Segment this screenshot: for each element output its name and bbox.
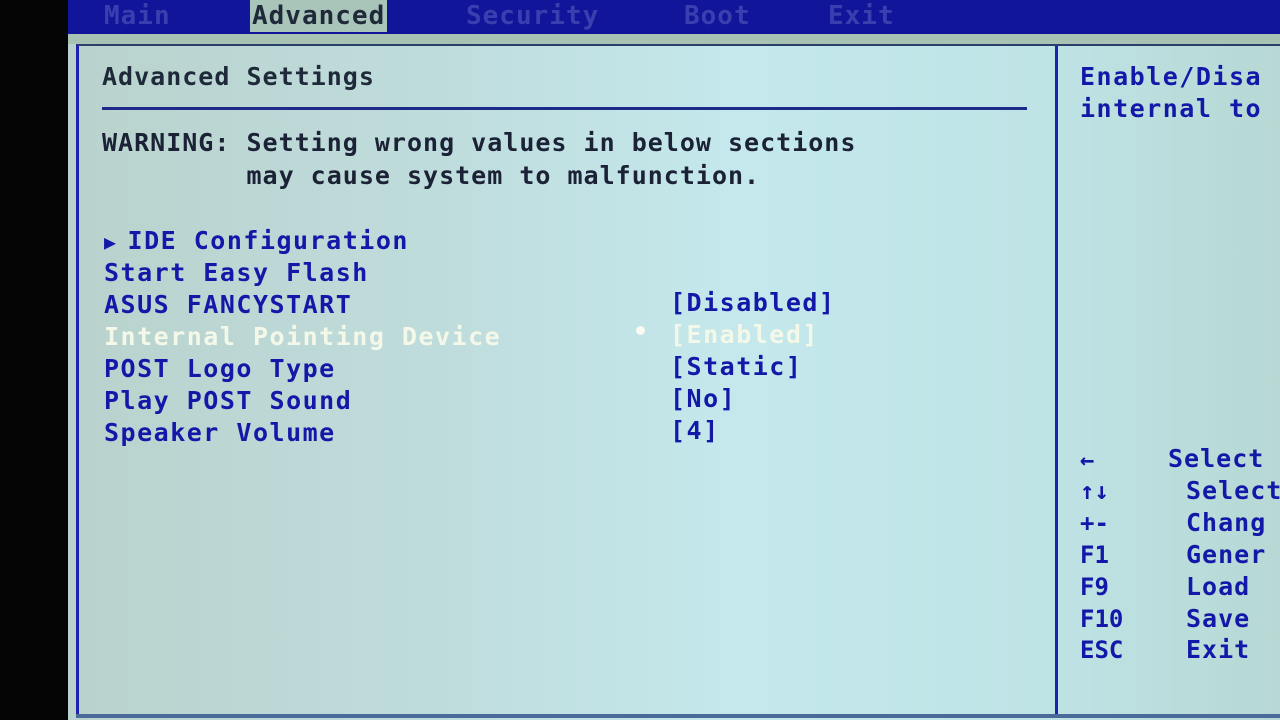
menu-band [68, 34, 1280, 44]
warning-text-line2: may cause system to malfunction. [102, 161, 761, 190]
menu-bar: Main Advanced Security Boot Exit [68, 0, 1280, 34]
key-esc: ESC [1080, 636, 1124, 664]
tab-boot[interactable]: Boot [684, 0, 751, 32]
key-plus-minus-icon: +- [1080, 509, 1109, 537]
tab-advanced[interactable]: Advanced [250, 0, 388, 32]
submenu-arrow-icon: ▶ [104, 230, 118, 254]
key-desc-exit: Exit [1186, 635, 1251, 664]
selection-marker-icon [636, 326, 645, 335]
key-f10: F10 [1080, 605, 1124, 633]
key-desc-save-exit: Save [1186, 604, 1251, 633]
key-f1: F1 [1080, 541, 1109, 569]
menu-item-play-post-sound[interactable]: Play POST Sound [104, 386, 352, 415]
menu-item-speaker-volume[interactable]: Speaker Volume [104, 418, 336, 447]
menu-item-start-easy-flash[interactable]: Start Easy Flash [104, 258, 369, 287]
key-desc-select-item: Select [1186, 476, 1280, 505]
warning-text-line1: WARNING: Setting wrong values in below s… [102, 128, 857, 157]
key-left-arrow-icon: ← [1080, 446, 1095, 474]
menu-item-label: IDE Configuration [127, 226, 409, 255]
tab-exit[interactable]: Exit [828, 0, 895, 32]
key-up-down-arrows-icon: ↑↓ [1080, 477, 1109, 505]
tab-main[interactable]: Main [104, 0, 171, 32]
bottom-border [76, 714, 1280, 718]
tab-security[interactable]: Security [466, 0, 599, 32]
menu-item-post-logo-type[interactable]: POST Logo Type [104, 354, 336, 383]
page-title: Advanced Settings [102, 62, 375, 91]
help-text-line2: internal to [1080, 94, 1263, 123]
menu-item-internal-pointing-device[interactable]: Internal Pointing Device [104, 322, 501, 351]
key-desc-select-screen: Select [1168, 444, 1265, 473]
value-internal-pointing-device[interactable]: [Enabled] [670, 320, 819, 349]
key-desc-load-defaults: Load [1186, 572, 1251, 601]
help-text-line1: Enable/Disa [1080, 62, 1263, 91]
value-play-post-sound[interactable]: [No] [670, 384, 736, 413]
title-divider [102, 107, 1027, 110]
menu-item-asus-fancystart[interactable]: ASUS FANCYSTART [104, 290, 352, 319]
value-post-logo-type[interactable]: [Static] [670, 352, 802, 381]
value-asus-fancystart[interactable]: [Disabled] [670, 288, 836, 317]
key-desc-change: Chang [1186, 508, 1267, 537]
menu-item-ide-configuration[interactable]: ▶ IDE Configuration [104, 226, 409, 255]
key-desc-general-help: Gener [1186, 540, 1267, 569]
key-f9: F9 [1080, 573, 1109, 601]
value-speaker-volume[interactable]: [4] [670, 416, 720, 445]
